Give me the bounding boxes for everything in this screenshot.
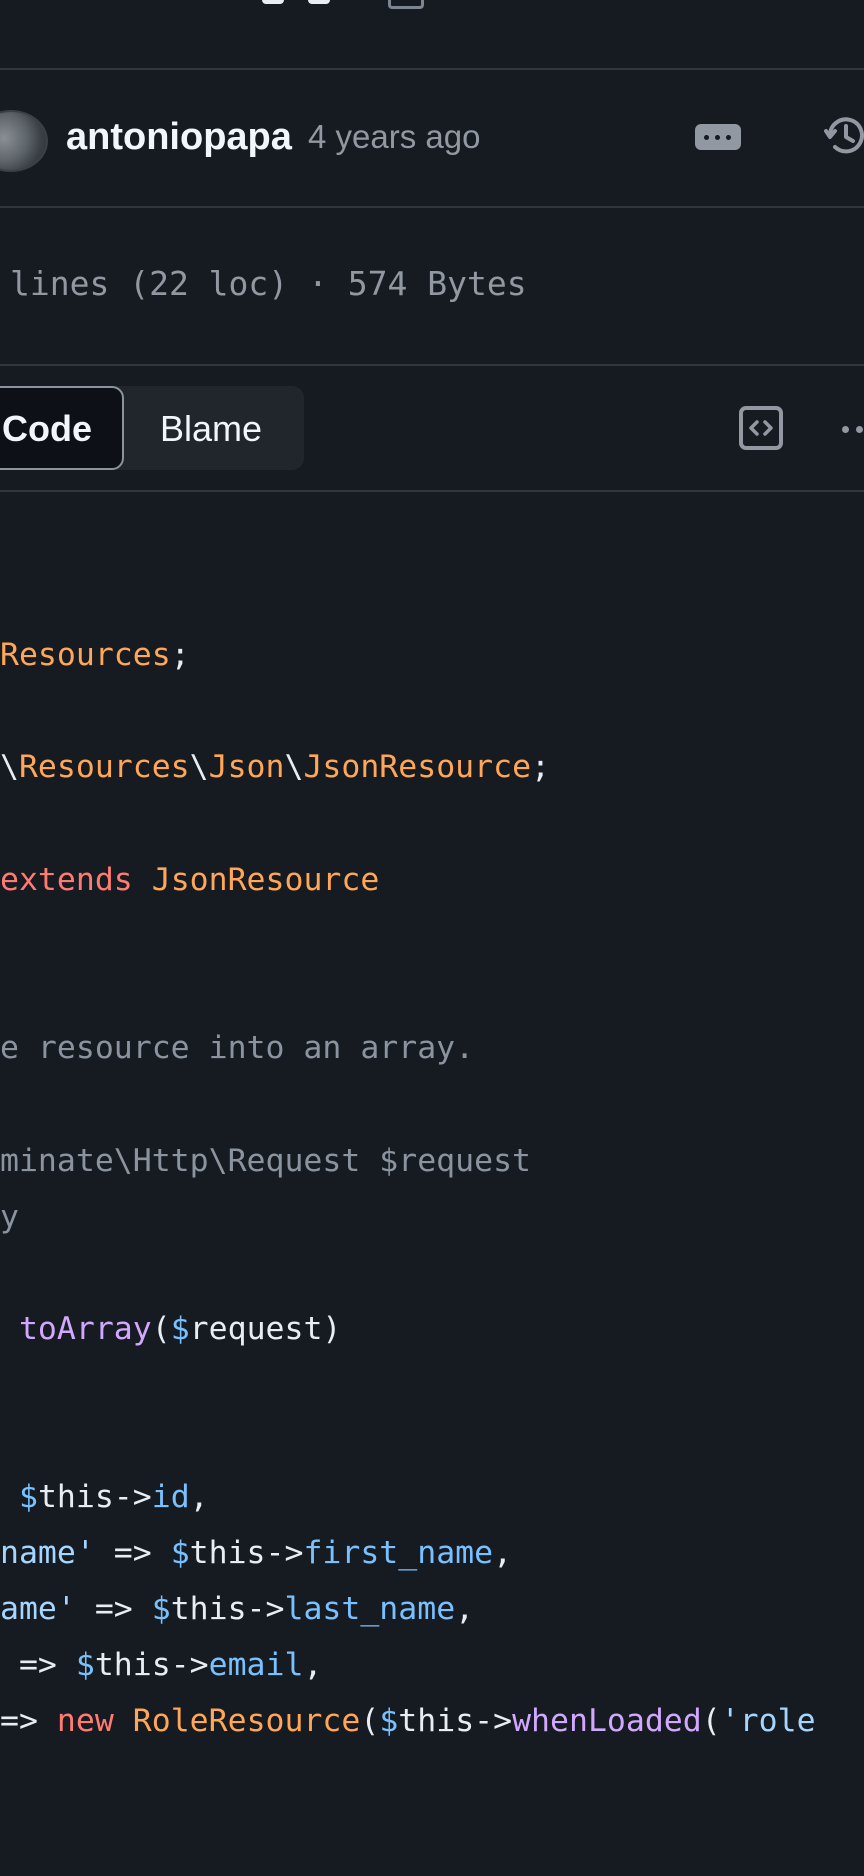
code-token: $: [170, 1535, 190, 1571]
code-token: Json: [208, 749, 285, 785]
code-line: Resources;: [0, 635, 190, 675]
code-token: =>: [0, 1647, 76, 1683]
code-token: =>: [94, 1535, 171, 1571]
code-line: toArray($request): [0, 1309, 341, 1349]
file-info-bar: lines (22 loc) · 574 Bytes: [0, 208, 864, 366]
code-token: ,: [189, 1479, 209, 1515]
commit-message-toggle-button[interactable]: [695, 124, 741, 150]
file-stats: lines (22 loc) · 574 Bytes: [10, 264, 527, 303]
code-line: $this->id,: [0, 1477, 209, 1517]
code-token: =>: [75, 1591, 152, 1627]
code-token: \: [189, 749, 209, 785]
tab-code[interactable]: Code: [0, 386, 124, 470]
code-toolbar: Code Blame: [0, 366, 864, 492]
code-token: ;: [170, 637, 190, 673]
code-token: new: [56, 1703, 114, 1739]
code-line: => new RoleResource($this->whenLoaded('r…: [0, 1701, 816, 1741]
code-token: =>: [0, 1703, 57, 1739]
title-fragment: [308, 0, 330, 4]
code-token: this->: [170, 1591, 285, 1627]
code-token: this->: [398, 1703, 513, 1739]
code-token: request): [189, 1311, 342, 1347]
code-token: whenLoaded: [512, 1703, 702, 1739]
code-token: ame': [0, 1591, 76, 1627]
code-token: $: [75, 1647, 95, 1683]
code-token: toArray: [18, 1311, 152, 1347]
code-token: $: [18, 1479, 38, 1515]
title-fragment: [262, 0, 284, 4]
code-token: ;: [531, 749, 550, 785]
code-line: => $this->email,: [0, 1645, 322, 1685]
code-token: RoleResource: [132, 1703, 361, 1739]
copy-path-icon[interactable]: [388, 0, 424, 9]
code-token: first_name: [303, 1535, 494, 1571]
code-token: this->: [94, 1647, 209, 1683]
latest-commit-bar: antoniopapa 4 years ago: [0, 70, 864, 208]
code-line: extends JsonResource: [0, 860, 379, 900]
code-line: ame' => $this->last_name,: [0, 1589, 474, 1629]
history-icon[interactable]: [822, 114, 864, 158]
tab-code-label: Code: [2, 408, 92, 449]
code-token: JsonResource: [151, 862, 380, 898]
code-token: this->: [189, 1535, 304, 1571]
code-token: name': [0, 1535, 95, 1571]
tab-blame[interactable]: Blame: [160, 408, 262, 450]
file-header-strip: [0, 0, 864, 70]
code-token: \: [0, 749, 19, 785]
code-token: (: [360, 1703, 380, 1739]
code-line: minate\Http\Request $request: [0, 1143, 532, 1179]
code-token: this->: [37, 1479, 152, 1515]
code-token: JsonResource: [303, 749, 532, 785]
code-token: extends: [0, 862, 133, 898]
code-line: \Resources\Json\JsonResource;: [0, 747, 550, 787]
code-token: last_name: [284, 1591, 456, 1627]
avatar[interactable]: [0, 110, 48, 172]
code-token: \: [284, 749, 304, 785]
code-token: $: [379, 1703, 399, 1739]
code-token: (: [151, 1311, 171, 1347]
code-token: Resources: [18, 749, 190, 785]
commit-time[interactable]: 4 years ago: [308, 118, 480, 156]
code-token: ,: [493, 1535, 513, 1571]
code-token: ,: [303, 1647, 323, 1683]
code-line: y: [0, 1199, 19, 1235]
code-line: e resource into an array.: [0, 1030, 475, 1066]
code-token: Resources: [0, 637, 171, 673]
code-token: id: [151, 1479, 190, 1515]
code-token: email: [208, 1647, 304, 1683]
code-token: ,: [455, 1591, 475, 1627]
commit-author[interactable]: antoniopapa: [66, 116, 292, 159]
symbols-panel-icon[interactable]: [739, 406, 783, 450]
code-line: name' => $this->first_name,: [0, 1533, 512, 1573]
code-view: Resources; \Resources\Json\JsonResource;…: [0, 490, 864, 1876]
code-token: $: [170, 1311, 190, 1347]
code-token: 'role: [720, 1703, 816, 1739]
code-token: (: [701, 1703, 721, 1739]
code-token: $: [151, 1591, 171, 1627]
